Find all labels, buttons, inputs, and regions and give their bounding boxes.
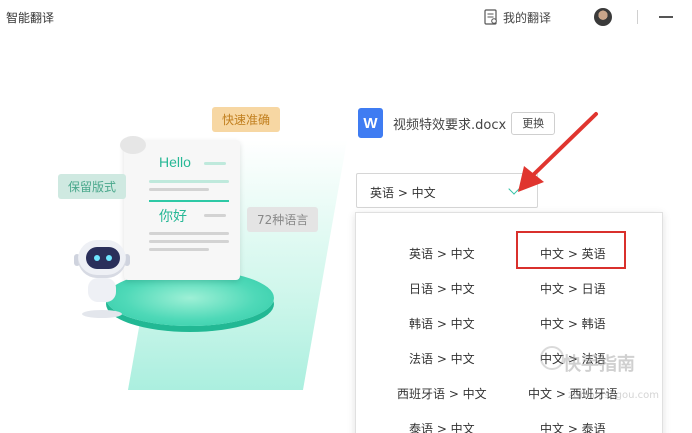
option-zh-ko[interactable]: 中文 > 韩语: [540, 315, 606, 332]
paper-line: [149, 232, 229, 235]
avatar[interactable]: [594, 8, 612, 26]
my-translations-label: 我的翻译: [503, 10, 552, 25]
bubble-keep-format: 保留版式: [58, 174, 127, 199]
option-ja-zh[interactable]: 日语 > 中文: [409, 280, 475, 297]
option-es-zh[interactable]: 西班牙语 > 中文: [397, 385, 487, 402]
paper-divider: [149, 200, 229, 202]
language-select-value: 英语 > 中文: [370, 186, 436, 200]
robot-face: [86, 247, 120, 269]
watermark-text: 快手指南: [563, 354, 635, 375]
paper-line: [149, 180, 229, 183]
option-en-zh[interactable]: 英语 > 中文: [409, 245, 475, 262]
paper-line: [204, 162, 226, 165]
robot-shadow: [82, 310, 122, 318]
document-icon: [484, 9, 497, 25]
option-ko-zh[interactable]: 韩语 > 中文: [409, 315, 475, 332]
robot-eye: [106, 255, 112, 261]
minimize-icon[interactable]: [659, 16, 673, 18]
paper-english-text: Hello: [159, 154, 191, 170]
translation-illustration: Hello 你好 快速准确 保留版式 72种语言: [54, 100, 348, 390]
watermark-logo: [540, 346, 564, 370]
paper-line: [149, 248, 209, 251]
app-title: 智能翻译: [6, 11, 55, 25]
option-zh-ja[interactable]: 中文 > 日语: [540, 280, 606, 297]
robot-eye: [94, 255, 100, 261]
paper-line: [149, 188, 209, 191]
option-th-zh[interactable]: 泰语 > 中文: [409, 420, 475, 433]
red-arrow-annotation: [518, 112, 598, 192]
option-zh-th[interactable]: 中文 > 泰语: [540, 420, 606, 433]
paper-line: [149, 240, 229, 243]
option-zh-en[interactable]: 中文 > 英语: [540, 245, 606, 262]
word-file-icon: W: [358, 108, 383, 138]
title-bar: 智能翻译 我的翻译: [0, 0, 692, 34]
paper-line: [204, 214, 226, 217]
robot-icon: [74, 240, 130, 320]
robot-head: [78, 240, 126, 278]
paper-scroll: Hello 你好: [120, 136, 240, 280]
divider: [637, 10, 638, 24]
file-name: 视频特效要求.docx: [393, 117, 507, 133]
bubble-fast-accurate: 快速准确: [212, 107, 281, 132]
paper-curl: [120, 136, 146, 154]
option-fr-zh[interactable]: 法语 > 中文: [409, 350, 475, 367]
bubble-72-languages: 72种语言: [247, 207, 319, 232]
paper-chinese-text: 你好: [159, 209, 187, 225]
watermark-subtext: zhinan.sogou.com: [568, 390, 660, 401]
my-translations-button[interactable]: 我的翻译: [484, 7, 551, 27]
robot-body: [88, 278, 116, 302]
